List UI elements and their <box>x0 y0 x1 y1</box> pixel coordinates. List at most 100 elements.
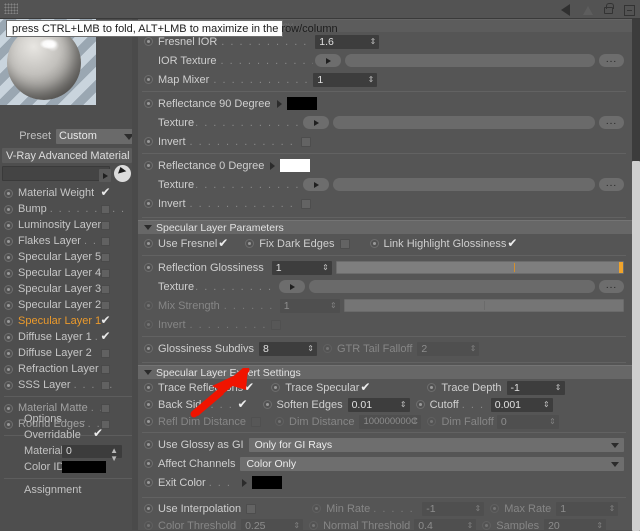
link-highlight-radio[interactable] <box>369 239 379 248</box>
r90-invert-checkbox[interactable] <box>300 136 311 147</box>
scrollbar-thumb[interactable] <box>632 161 640 531</box>
layer-radio[interactable] <box>4 284 13 294</box>
use-glossy-gi-radio[interactable] <box>144 440 153 449</box>
section-specular-layer-expert-settings[interactable]: Specular Layer Expert Settings <box>138 365 632 379</box>
layer-radio[interactable] <box>4 236 13 246</box>
trace-specular-radio[interactable] <box>271 383 281 392</box>
layer-row[interactable]: Flakes Layer. . . <box>0 233 138 249</box>
up-arrow-icon[interactable] <box>580 2 596 18</box>
ior-texture-more-button[interactable]: ... <box>599 54 624 67</box>
use-fresnel-checkmark[interactable]: ✔ <box>217 237 229 249</box>
gtr-tail-falloff-field[interactable]: 2 ⇕ <box>417 341 480 356</box>
soften-edges-radio[interactable] <box>262 400 272 409</box>
dim-falloff-radio[interactable] <box>427 417 437 426</box>
layer-radio[interactable] <box>4 364 13 374</box>
layer-radio[interactable] <box>4 300 13 310</box>
cutoff-radio[interactable] <box>415 400 425 409</box>
affect-channels-radio[interactable] <box>144 459 153 468</box>
layer-row[interactable]: Bump. . . . . . . . . <box>0 201 138 217</box>
layer-checkmark[interactable]: ✔ <box>99 186 112 199</box>
r0-texture-more-button[interactable]: ... <box>599 178 624 191</box>
dim-falloff-field[interactable]: 0 ⇕ <box>496 414 559 429</box>
trace-specular-checkmark[interactable]: ✔ <box>359 381 371 393</box>
stepper-icon[interactable]: ⇕ <box>412 417 419 426</box>
r0-texture-button[interactable] <box>303 178 330 191</box>
material-name-field[interactable]: V-Ray Advanced Material <box>2 148 132 163</box>
layer-radio[interactable] <box>4 252 13 262</box>
layer-row[interactable]: Specular Layer 4 <box>0 265 138 281</box>
fix-dark-edges-radio[interactable] <box>245 239 255 248</box>
material-id-field[interactable]: 0 ▲ ▼ <box>62 444 122 462</box>
layer-row[interactable]: Specular Layer 2 <box>0 297 138 313</box>
glossiness-texture-field[interactable] <box>309 280 595 293</box>
layer-radio[interactable] <box>4 316 13 326</box>
map-mixer-radio[interactable] <box>144 75 153 84</box>
samples-radio[interactable] <box>482 521 492 530</box>
reflection-glossiness-radio[interactable] <box>144 263 153 272</box>
trace-reflections-radio[interactable] <box>144 383 153 392</box>
mix-invert-checkbox[interactable] <box>270 319 281 330</box>
back-side-checkmark[interactable]: ✔ <box>237 398 249 410</box>
slider-knob[interactable] <box>619 262 623 273</box>
mix-strength-slider[interactable] <box>343 299 624 312</box>
stepper-icon[interactable]: ⇕ <box>596 521 603 530</box>
affect-channels-dropdown[interactable]: Color Only <box>240 456 624 471</box>
stepper-icon[interactable]: ⇕ <box>322 263 329 272</box>
pick-cursor-icon[interactable] <box>114 165 131 182</box>
samples-field[interactable]: 20 ⇕ <box>544 518 607 530</box>
mix-strength-field[interactable]: 1 ⇕ <box>279 298 340 313</box>
color-id-swatch[interactable] <box>62 461 106 473</box>
expand-arrow-icon[interactable] <box>276 99 282 108</box>
link-arrow-icon[interactable] <box>99 169 111 182</box>
r0-texture-field[interactable] <box>333 178 595 191</box>
exit-color-radio[interactable] <box>144 478 153 487</box>
use-interpolation-radio[interactable] <box>144 504 153 513</box>
r90-texture-field[interactable] <box>333 116 595 129</box>
max-rate-field[interactable]: 1 ⇕ <box>556 501 619 516</box>
trace-depth-field[interactable]: -1 ⇕ <box>506 380 565 395</box>
reflectance-0-radio[interactable] <box>144 161 153 170</box>
stepper-icon[interactable]: ⇕ <box>370 37 377 46</box>
map-mixer-field[interactable]: 1 ⇕ <box>313 72 378 87</box>
layer-row[interactable]: Diffuse Layer 1. ✔ <box>0 329 138 345</box>
glossiness-subdivs-field[interactable]: 8 ⇕ <box>259 341 317 356</box>
glossiness-subdivs-radio[interactable] <box>144 344 153 353</box>
layout-icon[interactable] <box>622 2 638 18</box>
color-id-row[interactable]: Color ID . . . <box>0 459 138 475</box>
layer-row[interactable]: Specular Layer 1 ✔ <box>0 313 138 329</box>
r0-invert-radio[interactable] <box>144 199 153 208</box>
layer-checkmark[interactable]: ✔ <box>99 330 112 343</box>
overridable-checkmark[interactable]: ✔ <box>92 427 104 439</box>
layer-checkbox[interactable] <box>101 268 110 278</box>
normal-threshold-field[interactable]: 0.4 ⇕ <box>414 518 477 530</box>
stepper-icon[interactable]: ⇕ <box>543 400 550 409</box>
section-specular-layer-parameters[interactable]: Specular Layer Parameters <box>138 220 632 234</box>
glossiness-texture-button[interactable] <box>279 280 306 293</box>
use-glossy-gi-dropdown[interactable]: Only for GI Rays <box>248 437 624 452</box>
refl-dim-distance-radio[interactable] <box>144 417 153 426</box>
layer-row[interactable]: Material Weight ✔ <box>0 185 138 201</box>
fix-dark-edges-checkbox[interactable] <box>339 238 350 249</box>
max-rate-radio[interactable] <box>490 504 500 513</box>
stepper-icon[interactable]: ⇕ <box>467 521 474 530</box>
normal-threshold-radio[interactable] <box>309 521 319 530</box>
ior-texture-button[interactable] <box>314 54 341 67</box>
material-link-field[interactable] <box>2 166 111 182</box>
stepper-icon[interactable]: ⇕ <box>368 75 375 84</box>
reflectance-90-radio[interactable] <box>144 99 153 108</box>
glossiness-texture-more-button[interactable]: ... <box>599 280 624 293</box>
r0-invert-checkbox[interactable] <box>300 198 311 209</box>
fresnel-ior-radio[interactable] <box>144 37 153 46</box>
refl-dim-distance-checkbox[interactable] <box>251 416 262 427</box>
layer-radio[interactable] <box>4 204 13 214</box>
panel-grip-handle[interactable] <box>4 3 18 14</box>
layer-radio[interactable] <box>4 332 13 342</box>
stepper-icon[interactable]: ⇕ <box>470 344 477 353</box>
layer-checkbox[interactable] <box>101 204 110 214</box>
soften-edges-field[interactable]: 0.01 ⇕ <box>347 397 410 412</box>
layer-row[interactable]: Specular Layer 5 <box>0 249 138 265</box>
layer-checkbox[interactable] <box>101 348 110 358</box>
stepper-icon[interactable]: ⇕ <box>293 521 300 530</box>
cutoff-field[interactable]: 0.001 ⇕ <box>490 397 553 412</box>
dim-distance-radio[interactable] <box>275 417 285 426</box>
